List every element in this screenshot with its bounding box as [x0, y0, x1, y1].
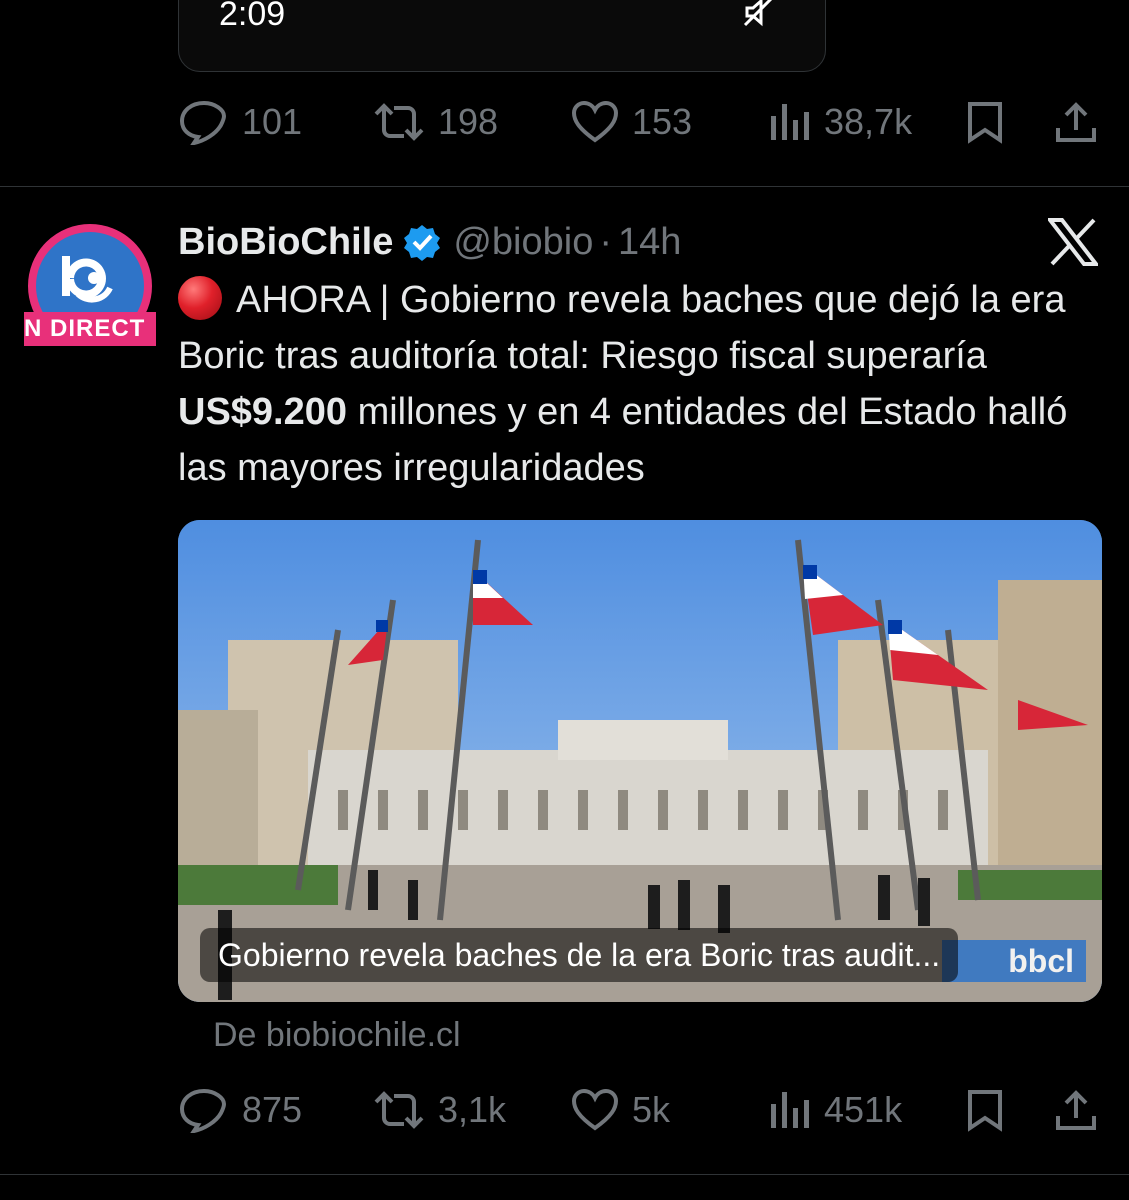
reply-count: 875 — [242, 1089, 303, 1130]
separator: · — [599, 220, 612, 263]
mute-icon[interactable] — [743, 0, 773, 27]
link-preview-card[interactable]: bbcl Gobierno revela baches de la era Bo… — [178, 520, 1102, 1002]
avatar[interactable]: N DIRECT — [24, 222, 156, 348]
like-button[interactable]: 5k — [570, 1088, 670, 1132]
views-count: 38,7k — [824, 101, 913, 142]
reply-button[interactable]: 101 — [178, 99, 302, 145]
share-button[interactable] — [1054, 100, 1098, 144]
repost-button[interactable]: 198 — [372, 101, 498, 143]
verified-icon — [404, 225, 441, 261]
reply-icon — [179, 100, 227, 145]
bookmark-button[interactable] — [964, 1088, 1006, 1132]
previous-tweet-actions: 101 198 153 38,7k — [178, 92, 1102, 152]
tweet-divider — [0, 1174, 1129, 1175]
timestamp[interactable]: 14h — [618, 221, 681, 264]
views-icon — [771, 1092, 809, 1128]
repost-icon — [374, 1091, 424, 1129]
share-icon — [1056, 1090, 1096, 1130]
like-icon — [571, 100, 619, 143]
share-icon — [1056, 102, 1096, 142]
tweet-text: AHORA | Gobierno revela baches que dejó … — [178, 272, 1098, 496]
video-player[interactable]: 2:09 — [178, 0, 826, 72]
repost-count: 198 — [438, 101, 499, 142]
tweet-text-prefix: AHORA | Gobierno revela baches que dejó … — [178, 279, 1066, 377]
bookmark-icon — [968, 102, 1002, 144]
avatar-badge-text: N DIRECT — [24, 315, 146, 342]
like-button[interactable]: 153 — [570, 100, 692, 144]
tweet-header: BioBioChile @biobio · 14h — [178, 216, 681, 268]
reply-count: 101 — [242, 101, 303, 142]
like-icon — [571, 1088, 619, 1131]
card-caption: Gobierno revela baches de la era Boric t… — [200, 928, 959, 982]
share-button[interactable] — [1054, 1088, 1098, 1132]
repost-icon — [374, 103, 424, 141]
tweet-divider — [0, 186, 1129, 187]
tweet-actions: 875 3,1k 5k 451k — [178, 1080, 1102, 1140]
reply-icon — [179, 1088, 227, 1133]
like-count: 5k — [632, 1089, 671, 1130]
views-button[interactable]: 38,7k — [768, 101, 912, 143]
red-circle-icon — [178, 276, 222, 320]
handle[interactable]: @biobio — [453, 221, 593, 264]
reply-button[interactable]: 875 — [178, 1087, 302, 1133]
views-icon — [771, 104, 809, 140]
bookmark-icon — [968, 1090, 1002, 1132]
repost-button[interactable]: 3,1k — [372, 1089, 506, 1131]
bookmark-button[interactable] — [964, 100, 1006, 144]
card-source[interactable]: De biobiochile.cl — [213, 1016, 461, 1055]
tweet-text-bold: US$9.200 — [178, 391, 348, 433]
views-button[interactable]: 451k — [768, 1089, 902, 1131]
source-badge: bbcl — [942, 940, 1086, 982]
views-count: 451k — [824, 1089, 903, 1130]
like-count: 153 — [632, 101, 693, 142]
video-time: 2:09 — [219, 0, 286, 33]
repost-count: 3,1k — [438, 1089, 507, 1130]
x-logo-icon — [1048, 218, 1098, 266]
display-name[interactable]: BioBioChile — [178, 221, 393, 264]
